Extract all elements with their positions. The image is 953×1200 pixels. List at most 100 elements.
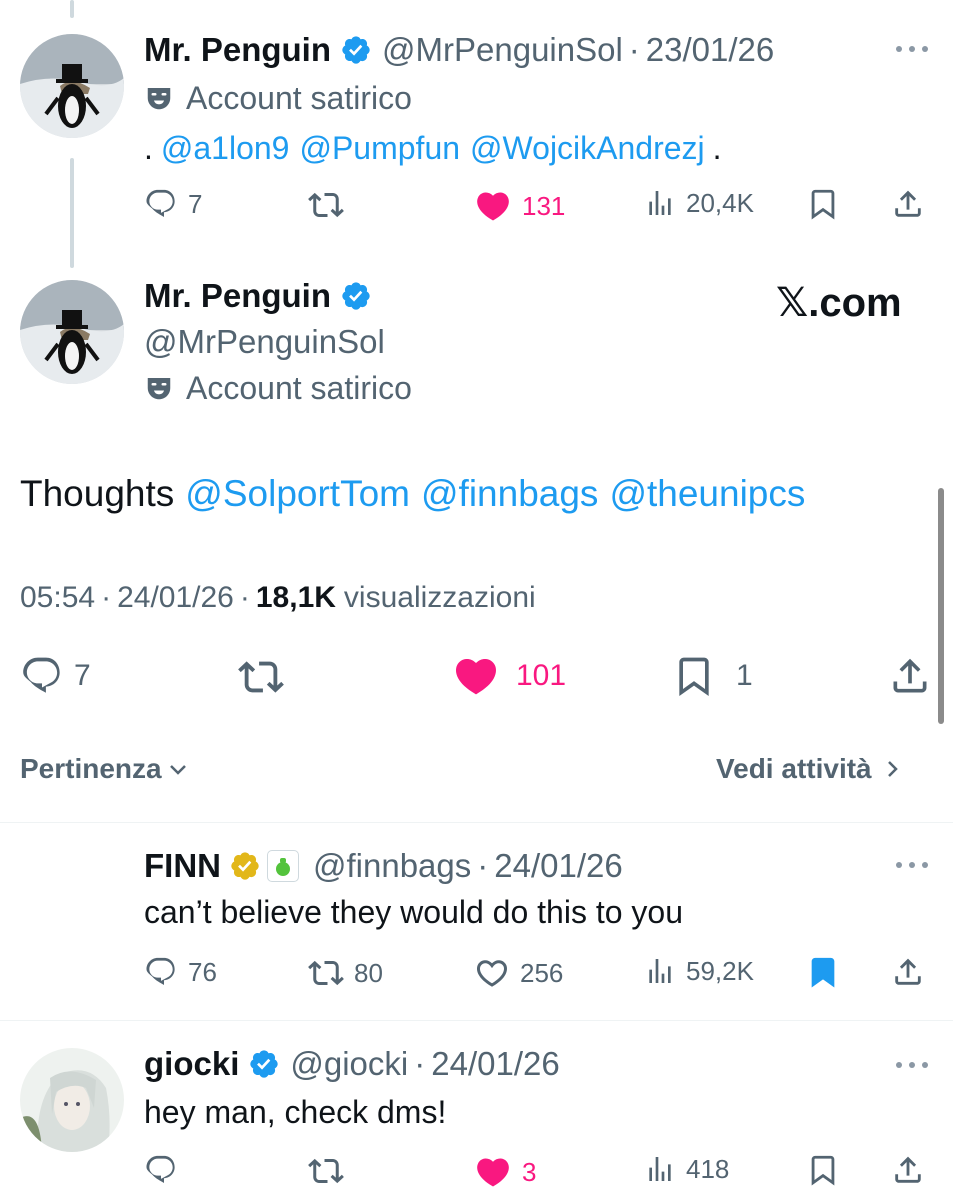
repost-button[interactable] xyxy=(308,187,344,223)
separator: · xyxy=(628,31,640,68)
bookmark-button[interactable]: 1 xyxy=(672,654,753,698)
like-count: 101 xyxy=(516,659,567,692)
like-count: 3 xyxy=(522,1156,537,1187)
sort-label: Pertinenza xyxy=(20,753,162,784)
reply-icon xyxy=(20,654,64,698)
verified-badge-icon xyxy=(340,34,372,66)
tweet1-text: . @a1lon9 @Pumpfun @WojcikAndrezj . xyxy=(144,126,722,170)
repost-icon xyxy=(238,654,284,700)
bookmark-count: 1 xyxy=(736,659,753,692)
mention-link[interactable]: @finnbags xyxy=(421,473,598,515)
timestamp[interactable]: 23/01/26 xyxy=(646,31,774,69)
theater-masks-icon xyxy=(144,83,174,113)
bookmark-icon xyxy=(806,955,840,989)
handle[interactable]: @MrPenguinSol xyxy=(144,323,385,361)
views-icon xyxy=(644,187,676,219)
mention-link[interactable]: @WojcikAndrezj xyxy=(470,130,705,167)
views-button[interactable]: 20,4K xyxy=(644,187,754,219)
views-button[interactable]: 418 xyxy=(644,1153,729,1185)
avatar[interactable] xyxy=(20,280,124,384)
share-icon xyxy=(891,955,925,989)
bookmark-icon xyxy=(806,1153,840,1187)
money-bag-icon xyxy=(276,858,290,876)
main-handle-row: @MrPenguinSol xyxy=(144,322,385,362)
reply-button[interactable] xyxy=(144,1153,178,1187)
like-button[interactable]: 256 xyxy=(474,955,563,991)
views-count: 59,2K xyxy=(686,955,754,986)
timestamp[interactable]: 24/01/26 xyxy=(431,1045,559,1083)
views-count: 418 xyxy=(686,1153,730,1184)
repost-button[interactable] xyxy=(308,1153,344,1189)
bookmark-button[interactable] xyxy=(806,955,840,989)
bookmark-icon xyxy=(806,187,840,221)
separator: · xyxy=(477,847,489,884)
share-icon xyxy=(888,654,932,698)
affiliate-badge[interactable] xyxy=(267,850,299,882)
reply-count: 7 xyxy=(74,659,91,692)
reply-button[interactable]: 7 xyxy=(144,187,202,221)
display-name[interactable]: FINN xyxy=(144,847,221,885)
handle[interactable]: @MrPenguinSol xyxy=(382,31,623,69)
share-button[interactable] xyxy=(891,955,925,989)
display-name[interactable]: giocki xyxy=(144,1045,239,1083)
share-button[interactable] xyxy=(891,1153,925,1187)
chevron-right-icon xyxy=(887,761,898,777)
account-label-text: Account satirico xyxy=(186,369,412,406)
like-icon xyxy=(474,187,512,225)
display-name[interactable]: Mr. Penguin xyxy=(144,31,331,69)
post-date[interactable]: 24/01/26 xyxy=(117,581,234,615)
reply-text: hey man, check dms! xyxy=(144,1094,447,1130)
share-button[interactable] xyxy=(891,187,925,221)
text-word: Thoughts xyxy=(20,473,175,514)
reply-icon xyxy=(144,955,178,989)
thread-line-connector xyxy=(70,158,74,268)
views-icon xyxy=(644,1153,676,1185)
thread-line-top xyxy=(70,0,74,18)
avatar[interactable] xyxy=(20,34,124,138)
reply2-header: giocki @giocki · 24/01/26 xyxy=(144,1044,560,1084)
main-text: Thoughts @SolportTom @finnbags @theunipc… xyxy=(20,470,805,518)
bookmark-icon xyxy=(672,654,716,698)
reply-button[interactable]: 76 xyxy=(144,955,217,989)
mention-link[interactable]: @SolportTom xyxy=(185,473,410,515)
post-time[interactable]: 05:54 xyxy=(20,581,95,615)
reply-text: can’t believe they would do this to you xyxy=(144,894,683,930)
scrollbar[interactable] xyxy=(938,488,944,724)
timestamp[interactable]: 24/01/26 xyxy=(494,847,622,885)
repost-icon xyxy=(308,187,344,223)
mention-link[interactable]: @a1lon9 xyxy=(161,130,290,167)
bookmark-button[interactable] xyxy=(806,1153,840,1187)
account-label-text: Account satirico xyxy=(186,79,412,116)
repost-button[interactable] xyxy=(238,654,284,700)
like-button[interactable]: 3 xyxy=(474,1153,536,1191)
sort-dropdown[interactable]: Pertinenza xyxy=(20,750,190,788)
more-icon[interactable] xyxy=(894,44,930,54)
mention-link[interactable]: @theunipcs xyxy=(609,473,805,515)
views-button[interactable]: 59,2K xyxy=(644,955,754,987)
share-button[interactable] xyxy=(888,654,932,698)
handle[interactable]: @finnbags xyxy=(313,847,471,885)
main-header: Mr. Penguin xyxy=(144,276,372,316)
reply-button[interactable]: 7 xyxy=(20,654,91,698)
like-icon xyxy=(452,652,500,700)
display-name[interactable]: Mr. Penguin xyxy=(144,277,331,315)
repost-button[interactable]: 80 xyxy=(308,955,383,991)
separator: · xyxy=(101,581,112,614)
more-icon[interactable] xyxy=(894,1060,930,1070)
mention-link[interactable]: @Pumpfun xyxy=(299,130,460,167)
bookmark-button[interactable] xyxy=(806,187,840,221)
like-count: 256 xyxy=(520,957,564,988)
see-activity-link[interactable]: Vedi attività xyxy=(716,750,904,788)
account-label: Account satirico xyxy=(144,368,412,408)
like-button[interactable]: 131 xyxy=(474,187,565,225)
divider xyxy=(0,822,953,823)
share-icon xyxy=(891,1153,925,1187)
handle[interactable]: @giocki xyxy=(290,1045,408,1083)
like-button[interactable]: 101 xyxy=(452,652,566,700)
more-icon[interactable] xyxy=(894,860,930,870)
chevron-down-icon xyxy=(169,765,186,775)
separator: · xyxy=(239,581,250,614)
reply-icon xyxy=(144,187,178,221)
avatar[interactable] xyxy=(20,1048,124,1152)
views-count: 20,4K xyxy=(686,187,754,218)
